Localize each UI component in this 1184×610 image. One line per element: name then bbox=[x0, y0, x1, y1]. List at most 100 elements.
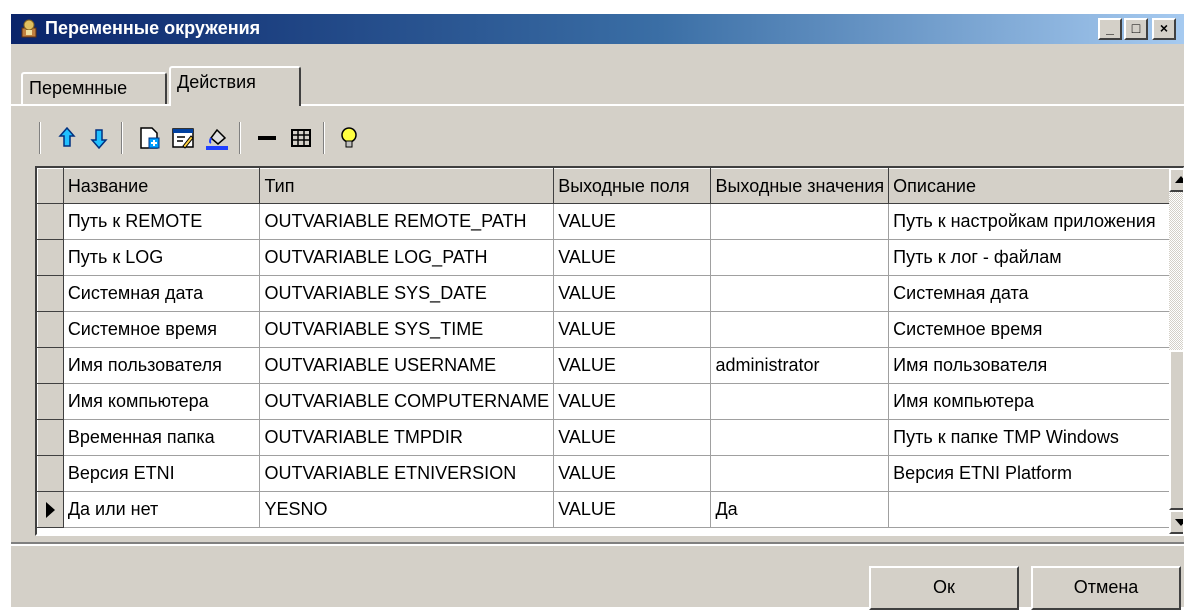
cell-type[interactable]: OUTVARIABLE ETNIVERSION bbox=[259, 455, 555, 492]
table-row[interactable]: Путь к REMOTE OUTVARIABLE REMOTE_PATH VALU… bbox=[37, 203, 1183, 240]
cell-name[interactable]: Версия ETNI bbox=[63, 455, 261, 492]
cell-description[interactable]: Системное время bbox=[888, 311, 1183, 348]
hint-button[interactable] bbox=[335, 124, 363, 152]
cell-name[interactable]: Путь к REMOTE bbox=[63, 203, 261, 240]
cell-name[interactable]: Временная папка bbox=[63, 419, 261, 456]
table-row[interactable]: Да или нет YESNO VALUE Да bbox=[37, 491, 1183, 528]
scroll-down-button[interactable] bbox=[1169, 510, 1183, 534]
cell-output-values[interactable]: Да bbox=[710, 491, 890, 528]
move-up-button[interactable] bbox=[53, 124, 81, 152]
row-indicator[interactable] bbox=[37, 419, 64, 456]
cell-output-values[interactable]: administrator bbox=[710, 347, 890, 384]
close-button[interactable]: × bbox=[1152, 18, 1176, 40]
table-row[interactable]: Системное время OUTVARIABLE SYS_TIME VALUE… bbox=[37, 311, 1183, 348]
column-header-name[interactable]: Название bbox=[62, 168, 261, 204]
cell-output-values[interactable] bbox=[710, 419, 890, 456]
cell-output-values[interactable] bbox=[710, 239, 890, 276]
cell-output-values[interactable] bbox=[710, 383, 890, 420]
cell-name[interactable]: Путь к LOG bbox=[63, 239, 261, 276]
edit-item-button[interactable] bbox=[169, 124, 197, 152]
row-indicator[interactable] bbox=[37, 383, 64, 420]
cell-type[interactable]: OUTVARIABLE REMOTE_PATH bbox=[259, 203, 555, 240]
cell-output-fields[interactable]: VALUE bbox=[553, 491, 712, 528]
cell-description[interactable]: Имя компьютера bbox=[888, 383, 1183, 420]
row-indicator[interactable] bbox=[37, 455, 64, 492]
row-indicator[interactable] bbox=[37, 311, 64, 348]
cell-description[interactable]: Путь к лог - файлам bbox=[888, 239, 1183, 276]
row-indicator[interactable] bbox=[37, 203, 64, 240]
cell-output-fields[interactable]: VALUE bbox=[553, 455, 712, 492]
cell-description[interactable]: Версия ETNI Platform bbox=[888, 455, 1183, 492]
arrow-up-icon bbox=[1175, 176, 1183, 183]
toolbar-separator bbox=[121, 122, 123, 154]
edit-icon bbox=[172, 128, 194, 149]
new-item-button[interactable] bbox=[135, 124, 163, 152]
cell-type[interactable]: OUTVARIABLE COMPUTERNAME bbox=[259, 383, 555, 420]
cell-description[interactable]: Путь к настройкам приложения bbox=[888, 203, 1183, 240]
cell-output-fields[interactable]: VALUE bbox=[553, 383, 712, 420]
format-button[interactable] bbox=[203, 124, 231, 152]
actions-grid[interactable]: Название Тип Выходные поля Выходные знач… bbox=[35, 166, 1184, 536]
title-bar[interactable]: Переменные окружения _ □ × bbox=[11, 14, 1184, 44]
app-icon bbox=[21, 19, 37, 38]
grid-button[interactable] bbox=[287, 124, 315, 152]
cell-output-fields[interactable]: VALUE bbox=[553, 239, 712, 276]
cell-output-values[interactable] bbox=[710, 275, 890, 312]
scroll-up-button[interactable] bbox=[1169, 168, 1183, 192]
cell-output-fields[interactable]: VALUE bbox=[553, 275, 712, 312]
cell-output-fields[interactable]: VALUE bbox=[553, 419, 712, 456]
table-row[interactable]: Временная папка OUTVARIABLE TMPDIR VALUE Пу… bbox=[37, 419, 1183, 456]
new-document-icon bbox=[140, 127, 160, 149]
table-icon bbox=[291, 129, 311, 147]
cell-output-values[interactable] bbox=[710, 203, 890, 240]
minimize-button[interactable]: _ bbox=[1098, 18, 1122, 40]
cell-output-values[interactable] bbox=[710, 455, 890, 492]
cell-description[interactable]: Путь к папке TMP Windows bbox=[888, 419, 1183, 456]
cell-description[interactable] bbox=[888, 491, 1183, 528]
scrollbar-thumb[interactable] bbox=[1169, 350, 1183, 510]
cell-type[interactable]: OUTVARIABLE SYS_TIME bbox=[259, 311, 555, 348]
current-row-pointer-icon bbox=[46, 501, 55, 518]
cell-output-fields[interactable]: VALUE bbox=[553, 347, 712, 384]
table-row[interactable]: Системная дата OUTVARIABLE SYS_DATE VALUE С… bbox=[37, 275, 1183, 312]
cell-type[interactable]: OUTVARIABLE SYS_DATE bbox=[259, 275, 555, 312]
table-row[interactable]: Путь к LOG OUTVARIABLE LOG_PATH VALUE Путь … bbox=[37, 239, 1183, 276]
cell-name[interactable]: Системная дата bbox=[63, 275, 261, 312]
cell-description[interactable]: Системная дата bbox=[888, 275, 1183, 312]
cell-type[interactable]: OUTVARIABLE USERNAME bbox=[259, 347, 555, 384]
row-indicator[interactable] bbox=[37, 491, 64, 528]
column-header-description[interactable]: Описание bbox=[888, 168, 1183, 204]
cancel-button[interactable]: Отмена bbox=[1031, 566, 1181, 610]
cell-name[interactable]: Имя пользователя bbox=[63, 347, 261, 384]
minus-icon bbox=[258, 136, 276, 140]
delete-button[interactable] bbox=[253, 124, 281, 152]
table-row[interactable]: Имя компьютера OUTVARIABLE COMPUTERNAME VA… bbox=[37, 383, 1183, 420]
cell-name[interactable]: Да или нет bbox=[63, 491, 261, 528]
cell-output-fields[interactable]: VALUE bbox=[553, 311, 712, 348]
cell-output-fields[interactable]: VALUE bbox=[553, 203, 712, 240]
window-title: Переменные окружения bbox=[45, 18, 261, 38]
ok-button[interactable]: Ок bbox=[869, 566, 1019, 610]
table-row[interactable]: Версия ETNI OUTVARIABLE ETNIVERSION VALUE В… bbox=[37, 455, 1183, 492]
cell-description[interactable]: Имя пользователя bbox=[888, 347, 1183, 384]
column-header-output-fields[interactable]: Выходные поля bbox=[553, 168, 712, 204]
table-row[interactable]: Имя пользователя OUTVARIABLE USERNAME VALU… bbox=[37, 347, 1183, 384]
row-indicator[interactable] bbox=[37, 239, 64, 276]
vertical-scrollbar[interactable] bbox=[1169, 168, 1183, 534]
column-header-output-values[interactable]: Выходные значения bbox=[710, 168, 890, 204]
maximize-button[interactable]: □ bbox=[1124, 18, 1148, 40]
move-down-button[interactable] bbox=[85, 124, 113, 152]
cell-type[interactable]: OUTVARIABLE LOG_PATH bbox=[259, 239, 555, 276]
cell-type[interactable]: OUTVARIABLE TMPDIR bbox=[259, 419, 555, 456]
actions-table: Название Тип Выходные поля Выходные знач… bbox=[37, 168, 1183, 528]
tab-actions[interactable]: Действия bbox=[169, 66, 301, 106]
column-header-type[interactable]: Тип bbox=[259, 168, 555, 204]
row-indicator[interactable] bbox=[37, 275, 64, 312]
tab-variables[interactable]: Перемнные bbox=[21, 72, 167, 104]
row-indicator[interactable] bbox=[37, 347, 64, 384]
cell-name[interactable]: Системное время bbox=[63, 311, 261, 348]
divider bbox=[11, 542, 1184, 546]
cell-type[interactable]: YESNO bbox=[259, 491, 555, 528]
cell-output-values[interactable] bbox=[710, 311, 890, 348]
cell-name[interactable]: Имя компьютера bbox=[63, 383, 261, 420]
